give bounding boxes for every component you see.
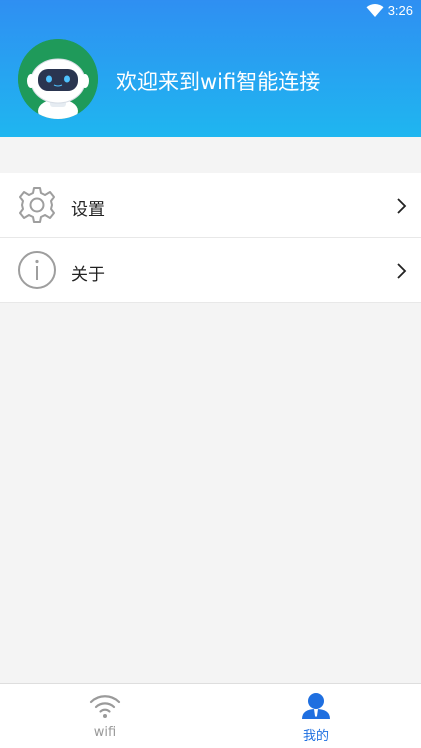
tab-wifi[interactable]: wifi (0, 684, 210, 748)
tab-mine[interactable]: 我的 (211, 684, 421, 748)
info-icon (18, 251, 56, 289)
menu-item-label: 设置 (71, 200, 105, 220)
wifi-signal-icon (366, 4, 384, 17)
menu-item-settings[interactable]: 设置 (0, 173, 421, 238)
avatar[interactable] (18, 39, 98, 119)
settings-menu: 设置 关于 (0, 173, 421, 303)
chevron-right-icon (397, 198, 407, 214)
menu-item-about[interactable]: 关于 (0, 238, 421, 303)
bottom-nav: wifi 我的 (0, 683, 421, 748)
status-time: 3:26 (387, 3, 413, 18)
tab-label: 我的 (302, 729, 329, 744)
wifi-icon (89, 695, 121, 718)
menu-item-label: 关于 (71, 265, 105, 285)
profile-header: 3:26 欢迎来到wifi智能连接 (0, 0, 421, 137)
mine-screen: 3:26 欢迎来到wifi智能连接 设置 关于 wifi 我的 (0, 0, 421, 748)
tab-label: wifi (93, 725, 117, 740)
status-bar: 3:26 (0, 0, 421, 24)
welcome-text: 欢迎来到wifi智能连接 (116, 70, 321, 94)
chevron-right-icon (397, 263, 407, 279)
robot-avatar-icon (18, 39, 98, 119)
gear-icon (19, 187, 55, 223)
user-icon (302, 693, 330, 719)
